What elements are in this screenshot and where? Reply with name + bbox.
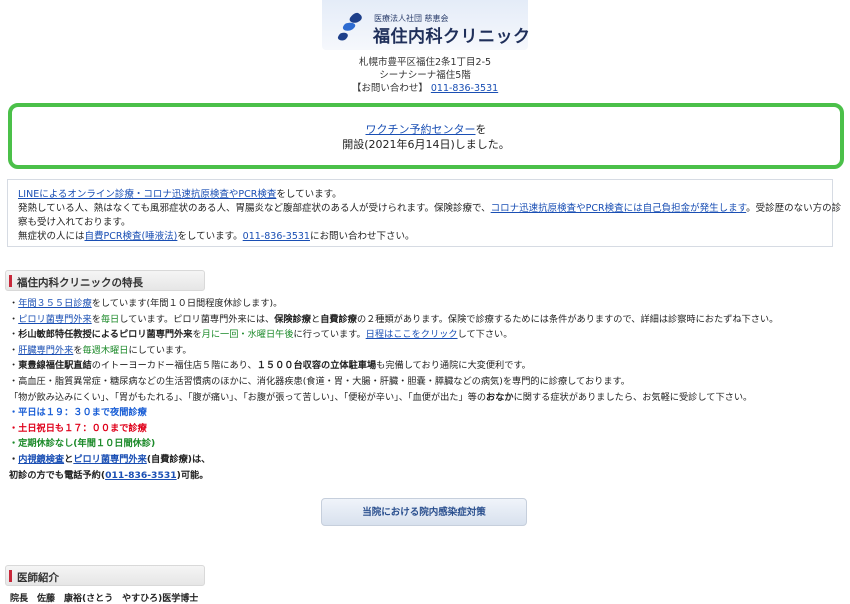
feature-bold: おなか	[486, 391, 514, 403]
vaccine-center-link[interactable]: ワクチン予約センター	[366, 123, 476, 136]
feature-text: にしています。	[128, 344, 192, 356]
info-phone-link[interactable]: 011-836-3531	[243, 231, 310, 242]
features-heading: 福住内科クリニックの特長	[5, 270, 205, 291]
feature-item: ・高血圧・脂質異常症・糖尿病などの生活習慣病のほかに、消化器疾患(食道・胃・大腸…	[9, 375, 630, 387]
bullet: ・	[9, 360, 19, 372]
feature-item: ・年間３５５日診療をしています(年間１０日間程度休診します)。	[9, 296, 839, 312]
feature-text: 「物が飲み込みにくい」、「胃がもたれる」、「腹が痛い」、「お腹が張って苦しい」、…	[9, 391, 487, 403]
feature-text: を	[91, 313, 101, 325]
info-text: をしています。	[177, 231, 243, 242]
notice-line-1: ワクチン予約センターを	[12, 122, 840, 137]
feature-item: 「物が飲み込みにくい」、「胃がもたれる」、「腹が痛い」、「お腹が張って苦しい」、…	[9, 390, 839, 406]
weekend-hours-item: ・土日祝日も１７：００まで診療	[9, 422, 147, 434]
notice-suffix: を	[475, 123, 487, 136]
feature-text: を	[192, 329, 202, 341]
address-line-2: シーナシーナ福住5階	[379, 70, 471, 81]
feature-item: ・肝臓専門外来を毎週木曜日にしています。	[9, 343, 839, 359]
feature-item: ・内視鏡検査とピロリ菌専門外来(自費診療)は、	[9, 452, 839, 468]
online-consult-link[interactable]: LINEによるオンライン診療・コロナ迅速抗原検査やPCR検査	[18, 189, 276, 200]
feature-text: )可能。	[176, 469, 209, 481]
logo-mark-icon	[337, 12, 362, 41]
pylori-clinic-link-2[interactable]: ピロリ菌専門外来	[73, 454, 147, 465]
info-text: にお問い合わせ下さい。	[309, 231, 415, 242]
feature-highlight: 月に一回・水曜日午後	[201, 329, 294, 341]
self-pay-notice-link[interactable]: コロナ迅速抗原検査やPCR検査には自己負担金が発生します	[491, 203, 747, 214]
director-name: 院長 佐藤 康裕(さとう やすひろ)医学博士	[10, 594, 199, 604]
features-list: ・年間３５５日診療をしています(年間１０日間程度休診します)。 ・ピロリ菌専門外…	[9, 296, 839, 483]
contact-line: 【お問い合わせ】 011-836-3531	[0, 82, 850, 95]
feature-text: と	[64, 453, 74, 465]
info-text: 無症状の人には	[18, 231, 85, 242]
feature-item: ・東豊線福住駅直結のイトーヨーカドー福住店５階にあり、１５００台収容の立体駐車場…	[9, 358, 839, 374]
info-line-2: 発熱している人、熱はなくても風邪症状のある人、胃腸炎など腹部症状のある人が受けら…	[18, 202, 841, 216]
covid-info-box: LINEによるオンライン診療・コロナ迅速抗原検査やPCR検査をしています。 発熱…	[7, 179, 841, 247]
reservation-phone-link[interactable]: 011-836-3531	[105, 470, 177, 481]
feature-bold: 杉山敏郎特任教授によるピロリ菌専門外来	[18, 329, 193, 341]
feature-text: に関する症状がありましたら、お気軽に受診して下さい。	[513, 391, 753, 403]
address-block: 札幌市豊平区福住2条1丁目2-5 シーナシーナ福住5階 【お問い合わせ】 011…	[0, 56, 850, 95]
feature-item: ・ピロリ菌専門外来を毎日しています。ピロリ菌専門外来には、保険診療と自費診療の２…	[9, 312, 839, 328]
doctors-title: 医師紹介	[17, 572, 59, 584]
info-line-3: 察も受け入れております。	[18, 217, 131, 228]
feature-text: をしています(年間１０日間程度休診します)。	[91, 298, 283, 309]
endoscopy-link[interactable]: 内視鏡検査	[18, 454, 64, 465]
schedule-link[interactable]: 日程はここをクリック	[366, 329, 458, 340]
pylori-clinic-link[interactable]: ピロリ菌専門外来	[18, 314, 92, 325]
bullet: ・	[9, 453, 19, 465]
feature-text: と	[311, 313, 321, 325]
info-text: 発熱している人、熱はなくても風邪症状のある人、胃腸炎など腹部症状のある人が受けら…	[18, 203, 491, 214]
vaccine-notice-box: ワクチン予約センターを 開設(2021年6月14日)しました。	[8, 103, 844, 169]
heading-accent-bar	[9, 275, 12, 287]
feature-item: 初診の方でも電話予約(011-836-3531)可能。	[9, 468, 839, 484]
feature-bold: 保険診療	[274, 313, 311, 325]
evening-hours-item: ・平日は１９：３０まで夜間診療	[9, 407, 147, 419]
feature-bold: 自費診療	[320, 313, 357, 325]
notice-line-2: 開設(2021年6月14日)しました。	[342, 138, 510, 151]
contact-label: 【お問い合わせ】	[351, 83, 428, 94]
feature-item: ・杉山敏郎特任教授によるピロリ菌専門外来を月に一回・水曜日午後に行っています。日…	[9, 327, 839, 343]
features-title: 福住内科クリニックの特長	[17, 277, 143, 289]
feature-text: (自費診療)は、	[146, 453, 211, 465]
feature-bold: 東豊線福住駅直結	[18, 360, 92, 372]
private-pcr-link[interactable]: 自費PCR検査(唾液法)	[85, 231, 178, 242]
bullet: ・	[9, 329, 19, 341]
feature-text: に行っています。	[293, 329, 366, 341]
feature-text: 初診の方でも電話予約(	[9, 469, 106, 481]
no-closing-day-item: ・定期休診なし(年間１０日間休診)	[9, 438, 156, 450]
doctors-heading: 医師紹介	[5, 565, 205, 586]
logo-clinic-name: 福住内科クリニック	[373, 27, 531, 47]
bullet: ・	[9, 298, 19, 309]
address-line-1: 札幌市豊平区福住2条1丁目2-5	[358, 57, 492, 68]
info-text: 。受診歴のない方の診	[746, 203, 842, 214]
infection-control-button[interactable]: 当院における院内感染症対策	[321, 498, 527, 526]
feature-text: も完備しており通院に大変便利です。	[376, 360, 531, 372]
info-text: をしています。	[276, 189, 342, 200]
site-header: 医療法人社団 慈恵会 福住内科クリニック	[322, 0, 531, 50]
heading-accent-bar	[9, 570, 12, 582]
phone-link[interactable]: 011-836-3531	[431, 83, 498, 94]
info-line-4: 無症状の人には自費PCR検査(唾液法)をしています。011-836-3531にお…	[18, 230, 822, 244]
annual-days-link[interactable]: 年間３５５日診療	[18, 298, 92, 309]
feature-highlight: 毎週木曜日	[82, 344, 129, 356]
liver-clinic-link[interactable]: 肝臓専門外来	[18, 345, 73, 356]
feature-bold: １５００台収容の立体駐車場	[256, 360, 377, 372]
feature-text: のイトーヨーカドー福住店５階にあり、	[91, 360, 257, 372]
feature-text: の２種類があります。保険で診療するためには条件がありますので、詳細は診察時におた…	[356, 313, 779, 325]
bullet: ・	[9, 313, 19, 325]
bullet: ・	[9, 344, 19, 356]
feature-text: しています。ピロリ菌専門外来には、	[119, 313, 275, 325]
feature-text: して下さい。	[457, 329, 513, 341]
feature-text: を	[73, 344, 83, 356]
info-line-1: LINEによるオンライン診療・コロナ迅速抗原検査やPCR検査をしています。	[18, 188, 822, 202]
feature-highlight: 毎日	[100, 313, 120, 325]
